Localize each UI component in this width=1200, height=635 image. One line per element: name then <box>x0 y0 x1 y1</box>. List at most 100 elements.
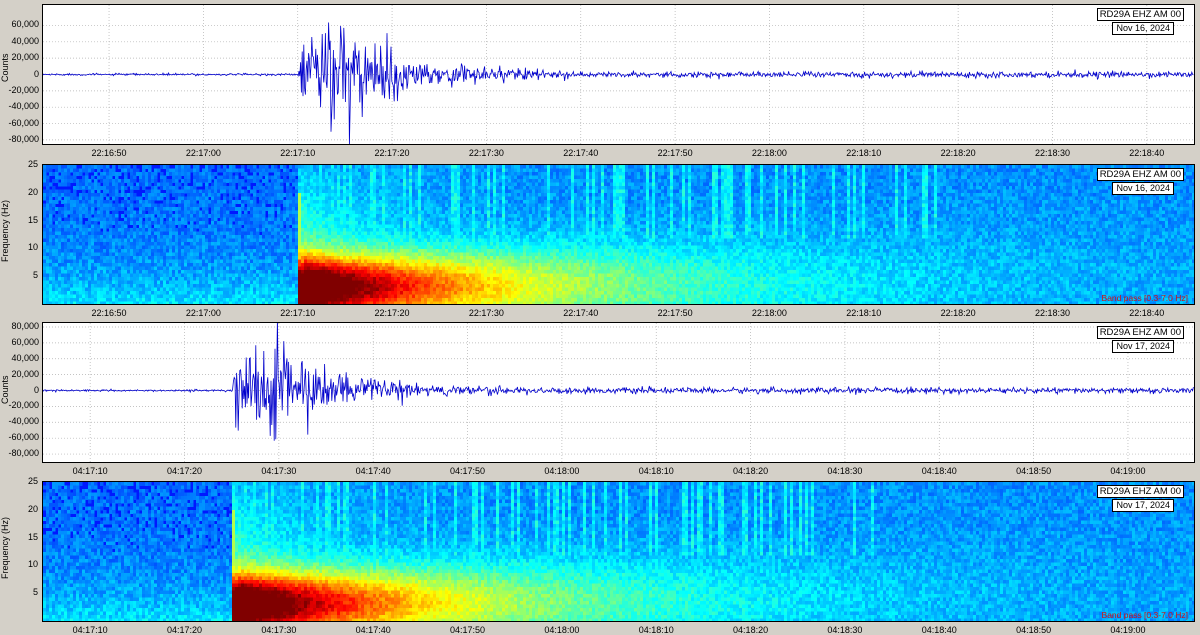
grid-lines <box>43 323 1194 462</box>
x-tick-label: 04:18:50 <box>1004 625 1064 635</box>
y-tick-label: 60,000 <box>0 337 39 347</box>
date-label: Nov 16, 2024 <box>1112 182 1174 195</box>
x-tick-label: 04:18:30 <box>815 466 875 476</box>
y-tick-label: 0 <box>0 385 39 395</box>
x-tick-label: 22:18:20 <box>928 148 988 158</box>
waveform-plot: RD29A EHZ AM 00 Nov 16, 2024 <box>42 4 1195 145</box>
x-tick-label: 22:18:00 <box>739 148 799 158</box>
x-tick-label: 04:17:40 <box>343 466 403 476</box>
x-tick-label: 04:17:40 <box>343 625 403 635</box>
y-tick-label: -80,000 <box>0 134 39 144</box>
waveform-trace <box>43 22 1194 144</box>
spectrogram-plot: RD29A EHZ AM 00 Nov 17, 2024 Band pass [… <box>42 481 1195 622</box>
date-label: Nov 17, 2024 <box>1112 499 1174 512</box>
x-tick-label: 22:17:40 <box>551 308 611 318</box>
x-tick-label: 04:17:50 <box>438 466 498 476</box>
x-tick-label: 22:18:20 <box>928 308 988 318</box>
y-tick-label: 40,000 <box>0 36 39 46</box>
x-tick-label: 04:18:40 <box>909 466 969 476</box>
x-tick-label: 22:18:30 <box>1022 308 1082 318</box>
y-axis-label: Frequency (Hz) <box>0 200 10 262</box>
y-tick-label: 60,000 <box>0 19 39 29</box>
y-tick-label: 5 <box>0 587 38 597</box>
y-tick-label: 15 <box>0 532 38 542</box>
x-tick-label: 22:17:50 <box>645 308 705 318</box>
x-tick-label: 22:18:40 <box>1117 308 1177 318</box>
x-tick-label: 04:18:10 <box>626 466 686 476</box>
x-tick-label: 22:18:40 <box>1117 148 1177 158</box>
y-tick-label: 15 <box>0 215 38 225</box>
x-tick-label: 22:16:50 <box>79 308 139 318</box>
y-tick-label: -40,000 <box>0 416 39 426</box>
y-tick-label: -40,000 <box>0 101 39 111</box>
spectrogram-panel-nov16: Frequency (Hz) 25 20 15 10 5 RD29A EHZ AM 00… <box>0 159 1200 318</box>
station-label: RD29A EHZ AM 00 <box>1096 168 1184 181</box>
x-tick-label: 22:17:30 <box>456 148 516 158</box>
x-tick-label: 22:17:10 <box>268 308 328 318</box>
y-tick-label: 40,000 <box>0 353 39 363</box>
date-label: Nov 16, 2024 <box>1112 22 1174 35</box>
spectrogram-cells <box>43 482 1194 621</box>
y-tick-label: 20 <box>0 187 38 197</box>
x-tick-label: 22:17:20 <box>362 308 422 318</box>
x-tick-label: 22:18:00 <box>739 308 799 318</box>
spectrogram-cells <box>43 165 1194 304</box>
x-tick-label: 04:17:30 <box>249 625 309 635</box>
x-tick-label: 22:17:40 <box>551 148 611 158</box>
y-tick-label: -60,000 <box>0 118 39 128</box>
x-tick-label: 22:18:10 <box>834 308 894 318</box>
y-tick-label: 10 <box>0 242 38 252</box>
station-label: RD29A EHZ AM 00 <box>1096 326 1184 339</box>
x-tick-label: 22:17:00 <box>173 148 233 158</box>
x-tick-label: 22:18:30 <box>1022 148 1082 158</box>
station-label: RD29A EHZ AM 00 <box>1096 485 1184 498</box>
y-tick-label: 20,000 <box>0 52 39 62</box>
y-tick-label: -80,000 <box>0 448 39 458</box>
x-tick-label: 04:17:20 <box>155 466 215 476</box>
x-tick-label: 04:18:40 <box>909 625 969 635</box>
waveform-panel-nov17: Counts 80,000 60,000 40,000 20,000 0 -20,000-… <box>0 318 1200 478</box>
y-tick-label: 0 <box>0 69 39 79</box>
x-tick-label: 22:16:50 <box>79 148 139 158</box>
x-tick-label: 04:18:00 <box>532 466 592 476</box>
date-label: Nov 17, 2024 <box>1112 340 1174 353</box>
station-label: RD29A EHZ AM 00 <box>1096 8 1184 21</box>
waveform-plot: RD29A EHZ AM 00 Nov 17, 2024 <box>42 322 1195 463</box>
spectrogram-plot: RD29A EHZ AM 00 Nov 16, 2024 Band pass [… <box>42 164 1195 305</box>
y-tick-label: -20,000 <box>0 400 39 410</box>
x-tick-label: 04:18:20 <box>721 625 781 635</box>
spectrogram-svg <box>43 165 1194 304</box>
y-tick-label: 80,000 <box>0 321 39 331</box>
y-tick-label: 20 <box>0 504 38 514</box>
x-tick-label: 04:19:00 <box>1098 466 1158 476</box>
y-tick-label: -60,000 <box>0 432 39 442</box>
x-tick-label: 04:17:20 <box>155 625 215 635</box>
x-tick-label: 22:17:20 <box>362 148 422 158</box>
x-tick-label: 22:18:10 <box>834 148 894 158</box>
y-tick-label: 20,000 <box>0 369 39 379</box>
x-tick-label: 04:17:30 <box>249 466 309 476</box>
y-tick-label: 10 <box>0 559 38 569</box>
x-tick-label: 22:17:00 <box>173 308 233 318</box>
x-tick-label: 04:17:10 <box>60 625 120 635</box>
x-tick-label: 04:17:10 <box>60 466 120 476</box>
x-tick-label: 04:18:20 <box>721 466 781 476</box>
x-tick-label: 22:17:10 <box>268 148 328 158</box>
x-tick-label: 22:17:50 <box>645 148 705 158</box>
y-axis-label: Frequency (Hz) <box>0 517 10 579</box>
y-tick-label: 25 <box>0 476 38 486</box>
waveform-svg <box>43 5 1194 144</box>
x-tick-label: 04:18:50 <box>1004 466 1064 476</box>
bandpass-note: Band pass [0.3-7.0 Hz] <box>1102 293 1188 303</box>
x-tick-label: 04:18:30 <box>815 625 875 635</box>
waveform-svg <box>43 323 1194 462</box>
x-tick-label: 04:18:10 <box>626 625 686 635</box>
y-tick-label: 5 <box>0 270 38 280</box>
x-tick-label: 04:18:00 <box>532 625 592 635</box>
x-tick-label: 04:19:00 <box>1098 625 1158 635</box>
x-tick-label: 22:17:30 <box>456 308 516 318</box>
x-tick-label: 04:17:50 <box>438 625 498 635</box>
waveform-panel-nov16: Counts 60,000 40,000 20,000 0 -20,000 -40,000… <box>0 0 1200 160</box>
spectrogram-panel-nov17: Frequency (Hz) 25 20 15 10 5 RD29A EHZ AM 00… <box>0 476 1200 635</box>
bandpass-note: Band pass [0.3-7.0 Hz] <box>1102 610 1188 620</box>
